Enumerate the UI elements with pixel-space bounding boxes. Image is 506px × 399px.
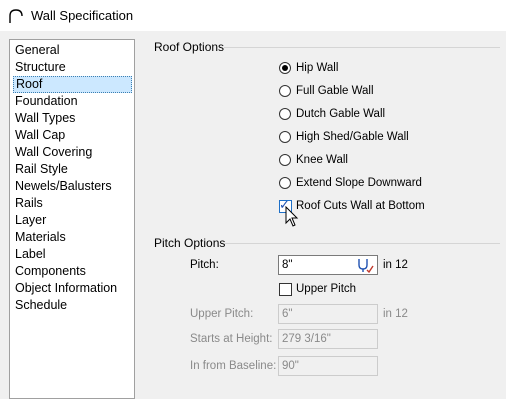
sidebar-item-rail-style[interactable]: Rail Style xyxy=(13,161,132,178)
sidebar-item-layer[interactable]: Layer xyxy=(13,212,132,229)
sidebar-item-wall-types[interactable]: Wall Types xyxy=(13,110,132,127)
category-list[interactable]: General Structure Roof Foundation Wall T… xyxy=(9,39,135,399)
title-bar: Wall Specification xyxy=(0,0,506,31)
starts-at-height-label: Starts at Height: xyxy=(190,333,273,345)
sidebar-item-foundation[interactable]: Foundation xyxy=(13,93,132,110)
sidebar-item-rails[interactable]: Rails xyxy=(13,195,132,212)
pitch-options-heading: Pitch Options xyxy=(154,236,226,250)
sidebar-item-label[interactable]: Label xyxy=(13,246,132,263)
sidebar-item-general[interactable]: General xyxy=(13,42,132,59)
arch-icon xyxy=(9,9,23,23)
sidebar-item-components[interactable]: Components xyxy=(13,263,132,280)
starts-at-height-input[interactable]: 279 3/16" xyxy=(278,329,378,349)
sidebar-item-schedule[interactable]: Schedule xyxy=(13,297,132,314)
sidebar-item-roof[interactable]: Roof xyxy=(13,76,132,93)
radio-label: Dutch Gable Wall xyxy=(296,108,386,120)
roof-options-divider xyxy=(224,47,500,48)
roof-cuts-wall-label: Roof Cuts Wall at Bottom xyxy=(296,200,425,212)
upper-pitch-input[interactable]: 6" xyxy=(278,304,378,324)
pitch-input[interactable]: 8" xyxy=(278,255,378,275)
sidebar-item-object-information[interactable]: Object Information xyxy=(13,280,132,297)
sidebar-item-materials[interactable]: Materials xyxy=(13,229,132,246)
radio-button[interactable] xyxy=(279,131,291,143)
radio-label: Knee Wall xyxy=(296,154,348,166)
radio-button[interactable] xyxy=(279,177,291,189)
pitch-label: Pitch: xyxy=(190,259,219,271)
radio-label: Hip Wall xyxy=(296,62,339,74)
pitch-unit: in 12 xyxy=(383,259,408,271)
radio-label: Full Gable Wall xyxy=(296,85,374,97)
radio-label: High Shed/Gable Wall xyxy=(296,131,409,143)
in-from-baseline-label: In from Baseline: xyxy=(190,360,277,372)
starts-at-height-value: 279 3/16" xyxy=(282,333,331,345)
sidebar-item-newels-balusters[interactable]: Newels/Balusters xyxy=(13,178,132,195)
pitch-value: 8" xyxy=(282,259,293,271)
pitch-options-divider xyxy=(224,243,500,244)
sidebar-item-wall-cap[interactable]: Wall Cap xyxy=(13,127,132,144)
upper-pitch-checkbox[interactable] xyxy=(279,283,292,296)
radio-button[interactable] xyxy=(279,85,291,97)
sidebar-item-wall-covering[interactable]: Wall Covering xyxy=(13,144,132,161)
upper-pitch-label: Upper Pitch: xyxy=(190,308,254,320)
in-from-baseline-value: 90" xyxy=(282,360,299,372)
radio-button[interactable] xyxy=(279,62,291,74)
radio-label: Extend Slope Downward xyxy=(296,177,422,189)
upper-pitch-value: 6" xyxy=(282,308,293,320)
sidebar-item-structure[interactable]: Structure xyxy=(13,59,132,76)
window-title: Wall Specification xyxy=(31,8,134,23)
upper-pitch-checkbox-label: Upper Pitch xyxy=(296,283,357,295)
mouse-pointer-icon xyxy=(285,206,299,227)
radio-button[interactable] xyxy=(279,154,291,166)
roof-options-heading: Roof Options xyxy=(154,40,225,54)
upper-pitch-unit: in 12 xyxy=(383,308,408,320)
calculator-icon[interactable] xyxy=(356,257,374,273)
in-from-baseline-input[interactable]: 90" xyxy=(278,356,378,376)
radio-button[interactable] xyxy=(279,108,291,120)
